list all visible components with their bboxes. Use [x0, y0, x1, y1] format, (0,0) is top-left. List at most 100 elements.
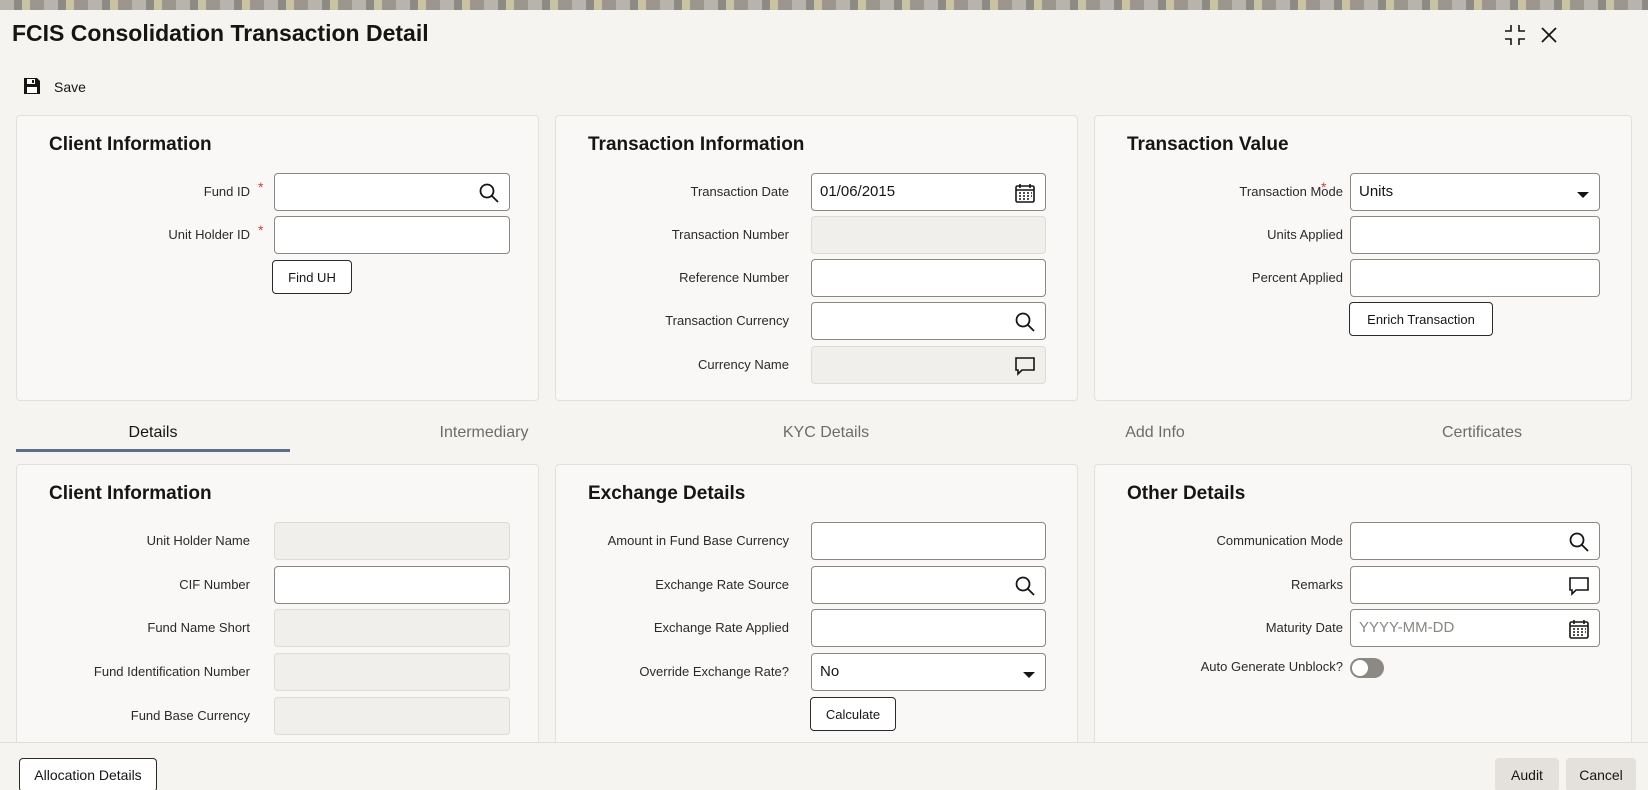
calendar-icon[interactable]	[1014, 182, 1036, 204]
caret-down-icon	[1576, 187, 1590, 198]
transaction-date-label: Transaction Date	[690, 184, 789, 199]
fund-name-short-field	[274, 609, 510, 647]
amount-base-currency-label: Amount in Fund Base Currency	[607, 533, 789, 548]
transaction-mode-value: Units	[1359, 183, 1394, 200]
required-marker: *	[258, 179, 264, 195]
maturity-date-label: Maturity Date	[1265, 620, 1343, 635]
fund-base-currency-field	[274, 697, 510, 735]
transaction-currency-row: Transaction Currency	[556, 302, 1077, 340]
tab-certificates[interactable]: Certificates	[1345, 420, 1619, 452]
percent-applied-row: Percent Applied	[1095, 259, 1631, 297]
calculate-button[interactable]: Calculate	[810, 697, 896, 731]
panel-title: Exchange Details	[588, 483, 746, 504]
panel-title: Transaction Information	[588, 134, 805, 155]
transaction-mode-label: Transaction Mode	[1239, 184, 1343, 199]
cif-number-label: CIF Number	[179, 577, 250, 592]
auto-generate-unblock-toggle[interactable]	[1350, 658, 1384, 678]
units-applied-label: Units Applied	[1267, 227, 1343, 242]
remarks-row: Remarks	[1095, 566, 1631, 604]
fund-base-currency-label: Fund Base Currency	[130, 708, 250, 723]
exchange-rate-source-input[interactable]	[811, 566, 1046, 604]
exchange-rate-applied-row: Exchange Rate Applied	[556, 609, 1077, 647]
comment-icon[interactable]	[1014, 355, 1036, 377]
panel-title: Client Information	[49, 483, 212, 504]
currency-name-row: Currency Name	[556, 346, 1077, 384]
panel-title: Other Details	[1127, 483, 1246, 504]
unit-holder-name-row: Unit Holder Name	[17, 522, 538, 560]
transaction-date-row: Transaction Date 01/06/2015	[556, 173, 1077, 211]
reference-number-label: Reference Number	[679, 270, 789, 285]
amount-base-currency-row: Amount in Fund Base Currency	[556, 522, 1077, 560]
remarks-input[interactable]	[1350, 566, 1600, 604]
units-applied-row: Units Applied	[1095, 216, 1631, 254]
amount-base-currency-input[interactable]	[811, 522, 1046, 560]
override-exchange-rate-select[interactable]: No	[811, 653, 1046, 691]
search-icon[interactable]	[1014, 311, 1036, 333]
fund-identification-number-label: Fund Identification Number	[93, 664, 250, 679]
tab-details[interactable]: Details	[16, 420, 290, 452]
allocation-details-button[interactable]: Allocation Details	[19, 758, 157, 790]
unit-holder-name-field	[274, 522, 510, 560]
save-button[interactable]: Save	[22, 74, 86, 100]
reference-number-input[interactable]	[811, 259, 1046, 297]
exchange-rate-applied-input[interactable]	[811, 609, 1046, 647]
fund-identification-number-row: Fund Identification Number	[17, 653, 538, 691]
comment-icon[interactable]	[1568, 575, 1590, 597]
maturity-date-input[interactable]: YYYY-MM-DD	[1350, 609, 1600, 647]
currency-name-label: Currency Name	[697, 357, 789, 372]
calendar-icon[interactable]	[1568, 618, 1590, 640]
detail-tabs: Details Intermediary KYC Details Add Inf…	[16, 420, 1632, 452]
units-applied-input[interactable]	[1350, 216, 1600, 254]
client-information-panel: Client Information Fund ID * Unit Holder…	[16, 115, 539, 401]
tab-intermediary[interactable]: Intermediary	[347, 420, 621, 452]
cancel-button[interactable]: Cancel	[1566, 758, 1636, 790]
search-icon[interactable]	[478, 182, 500, 204]
search-icon[interactable]	[1568, 531, 1590, 553]
unit-holder-id-row: Unit Holder ID *	[17, 216, 538, 254]
cif-number-input[interactable]	[274, 566, 510, 604]
percent-applied-label: Percent Applied	[1251, 270, 1343, 285]
fund-name-short-label: Fund Name Short	[147, 620, 250, 635]
audit-button[interactable]: Audit	[1495, 758, 1559, 790]
close-icon[interactable]	[1536, 22, 1562, 48]
other-details-panel: Other Details Communication Mode Remarks…	[1094, 464, 1632, 754]
find-uh-button[interactable]: Find UH	[272, 260, 352, 294]
maturity-date-row: Maturity Date YYYY-MM-DD	[1095, 609, 1631, 647]
exchange-rate-source-row: Exchange Rate Source	[556, 566, 1077, 604]
enrich-transaction-button[interactable]: Enrich Transaction	[1349, 302, 1493, 336]
fund-identification-number-field	[274, 653, 510, 691]
fund-name-short-row: Fund Name Short	[17, 609, 538, 647]
search-icon[interactable]	[1014, 575, 1036, 597]
transaction-currency-input[interactable]	[811, 302, 1046, 340]
save-label: Save	[54, 79, 86, 95]
caret-down-icon	[1022, 667, 1036, 678]
details-client-information-panel: Client Information Unit Holder Name CIF …	[16, 464, 539, 754]
communication-mode-input[interactable]	[1350, 522, 1600, 560]
panel-title: Transaction Value	[1127, 134, 1289, 155]
transaction-mode-row: Transaction Mode * Units	[1095, 173, 1631, 211]
exchange-rate-source-label: Exchange Rate Source	[655, 577, 789, 592]
transaction-date-input[interactable]: 01/06/2015	[811, 173, 1046, 211]
unit-holder-id-input[interactable]	[274, 216, 510, 254]
tab-kyc-details[interactable]: KYC Details	[689, 420, 963, 452]
transaction-currency-label: Transaction Currency	[665, 313, 789, 328]
fund-id-label: Fund ID	[203, 184, 250, 199]
transaction-mode-select[interactable]: Units	[1350, 173, 1600, 211]
transaction-information-panel: Transaction Information Transaction Date…	[555, 115, 1078, 401]
percent-applied-input[interactable]	[1350, 259, 1600, 297]
top-decorative-strip	[0, 0, 1648, 10]
window-title: FCIS Consolidation Transaction Detail	[12, 20, 429, 46]
fund-id-input[interactable]	[274, 173, 510, 211]
transaction-number-row: Transaction Number	[556, 216, 1077, 254]
required-marker: *	[1321, 179, 1327, 195]
fund-base-currency-row: Fund Base Currency	[17, 697, 538, 735]
collapse-icon[interactable]	[1502, 22, 1528, 48]
auto-generate-unblock-row: Auto Generate Unblock?	[1095, 655, 1631, 693]
transaction-date-value: 01/06/2015	[820, 183, 896, 200]
unit-holder-id-label: Unit Holder ID	[168, 227, 250, 242]
communication-mode-label: Communication Mode	[1216, 533, 1343, 548]
required-marker: *	[258, 222, 264, 238]
tab-add-info[interactable]: Add Info	[1018, 420, 1292, 452]
transaction-number-field	[811, 216, 1046, 254]
remarks-label: Remarks	[1290, 577, 1343, 592]
